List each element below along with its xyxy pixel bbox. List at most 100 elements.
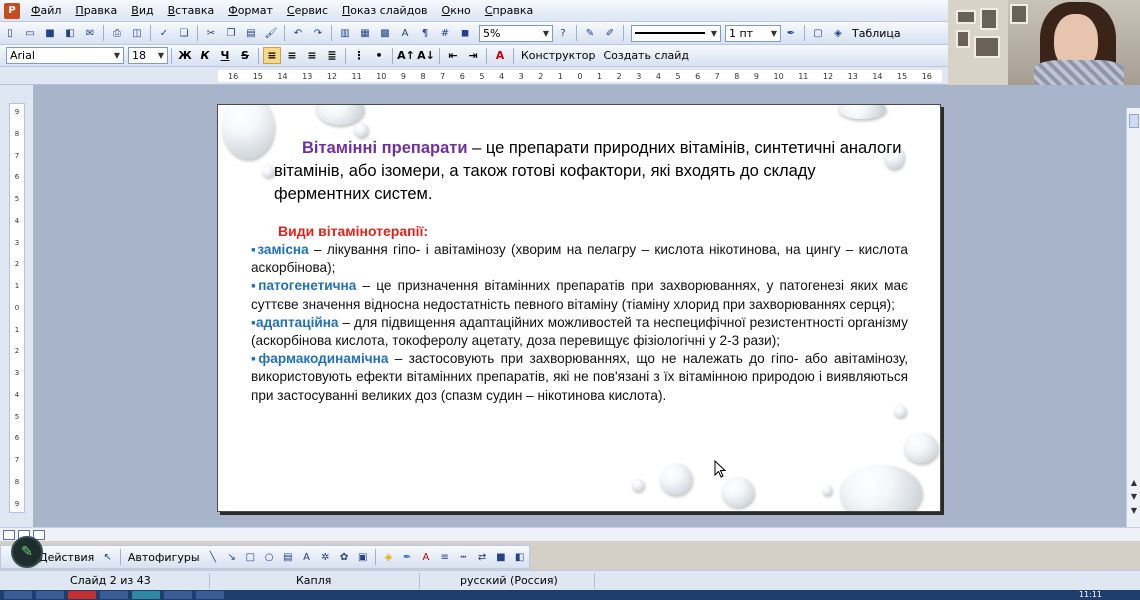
font-size-select[interactable]: 18 ▼ <box>128 47 168 64</box>
menu-tools[interactable]: Сервис <box>280 4 335 17</box>
next-slide-icon[interactable]: ▼ <box>1129 492 1139 502</box>
pen-annotation-icon[interactable]: ✎ <box>11 536 43 568</box>
decrease-indent-button[interactable]: ⇤ <box>444 47 462 64</box>
increase-indent-button[interactable]: ⇥ <box>464 47 482 64</box>
line-tool-icon[interactable]: ╲ <box>206 549 221 565</box>
vertical-scrollbar[interactable]: ▲ ▼ ▼ <box>1126 108 1140 527</box>
help-icon[interactable]: ? <box>555 25 571 41</box>
copy-icon[interactable]: ❐ <box>223 25 239 41</box>
line-style-icon[interactable]: ≡ <box>437 549 452 565</box>
email-icon[interactable]: ✉ <box>82 25 98 41</box>
menu-format[interactable]: Формат <box>221 4 280 17</box>
menu-file[interactable]: Файл <box>24 4 68 17</box>
undo-icon[interactable]: ↶ <box>290 25 306 41</box>
dash-style-icon[interactable]: ┅ <box>456 549 471 565</box>
menu-insert[interactable]: Вставка <box>161 4 222 17</box>
decrease-font-button[interactable]: A↓ <box>417 47 435 64</box>
scroll-down-icon[interactable]: ▼ <box>1129 506 1139 516</box>
align-left-button[interactable]: ≡ <box>263 47 281 64</box>
taskbar-item[interactable] <box>4 591 32 599</box>
arrow-tool-icon[interactable]: ↘ <box>224 549 239 565</box>
bullets-button[interactable]: • <box>370 47 388 64</box>
scrollbar-thumb[interactable] <box>1129 114 1139 128</box>
types-heading[interactable]: Види вітамінотерапії: <box>278 223 428 239</box>
insert-chart-icon[interactable]: ▥ <box>337 25 353 41</box>
diagram-tool-icon[interactable]: ✲ <box>318 549 333 565</box>
slide-title-text[interactable]: Вітамінні препарати – це препарати приро… <box>274 137 904 206</box>
new-slide-button[interactable]: Создать слайд <box>599 49 693 62</box>
shadow-button[interactable]: S <box>236 47 254 64</box>
menu-view[interactable]: Вид <box>124 4 160 17</box>
font-color-button[interactable]: A <box>491 47 509 64</box>
taskbar-item[interactable] <box>68 591 96 599</box>
menu-help[interactable]: Справка <box>478 4 540 17</box>
taskbar-item[interactable] <box>164 591 192 599</box>
autoshapes-menu[interactable]: Автофигуры <box>124 551 204 564</box>
fill-color-icon[interactable]: ◈ <box>830 25 846 41</box>
slide-body-text[interactable]: ▪замісна – лікування гіпо- і авітамінозу… <box>251 241 908 405</box>
font-color-icon[interactable]: A <box>419 549 434 565</box>
taskbar-item[interactable] <box>100 591 128 599</box>
arrow-style-icon[interactable]: ⇄ <box>475 549 490 565</box>
picture-tool-icon[interactable]: ▣ <box>355 549 370 565</box>
increase-font-button[interactable]: A↑ <box>397 47 415 64</box>
3d-style-icon[interactable]: ◧ <box>512 549 527 565</box>
menu-edit[interactable]: Правка <box>68 4 124 17</box>
rectangle-tool-icon[interactable]: □ <box>243 549 258 565</box>
insert-table-icon[interactable]: ▦ <box>357 25 373 41</box>
powerpoint-icon[interactable]: P <box>4 2 20 19</box>
fill-color-icon[interactable]: ◈ <box>381 549 396 565</box>
language-status[interactable]: русский (Россия) <box>420 572 595 589</box>
format-painter-icon[interactable]: 🖌 <box>263 25 279 41</box>
wordart-tool-icon[interactable]: A <box>299 549 314 565</box>
slide-canvas[interactable]: Вітамінні препарати – це препарати приро… <box>217 104 941 512</box>
menu-slideshow[interactable]: Показ слайдов <box>335 4 435 17</box>
line-color-icon[interactable]: ✒ <box>783 25 799 41</box>
comment-icon[interactable]: ✐ <box>602 25 618 41</box>
designer-button[interactable]: Конструктор <box>517 49 599 62</box>
print-preview-icon[interactable]: ◫ <box>129 25 145 41</box>
oval-tool-icon[interactable]: ○ <box>262 549 277 565</box>
save-icon[interactable]: ■ <box>42 25 58 41</box>
insert-wordart-icon[interactable]: A <box>397 25 413 41</box>
print-icon[interactable]: ⎙ <box>109 25 125 41</box>
align-right-button[interactable]: ≡ <box>303 47 321 64</box>
textbox-tool-icon[interactable]: ▤ <box>280 549 295 565</box>
clipart-tool-icon[interactable]: ✿ <box>337 549 352 565</box>
align-center-button[interactable]: ≡ <box>283 47 301 64</box>
italic-button[interactable]: К <box>196 47 214 64</box>
justify-button[interactable]: ≣ <box>323 47 341 64</box>
tables-label[interactable]: Таблица <box>848 27 905 40</box>
border-icon[interactable]: ▢ <box>810 25 826 41</box>
spelling-icon[interactable]: ✓ <box>156 25 172 41</box>
tables-borders-icon[interactable]: ▩ <box>377 25 393 41</box>
select-pointer-icon[interactable]: ↖ <box>100 549 115 565</box>
taskbar-item[interactable] <box>36 591 64 599</box>
taskbar-item[interactable] <box>196 591 224 599</box>
show-formatting-icon[interactable]: ¶ <box>417 25 433 41</box>
prev-slide-icon[interactable]: ▲ <box>1129 478 1139 488</box>
actions-menu[interactable]: Действия <box>35 551 98 564</box>
zoom-select[interactable]: 5% ▼ <box>479 24 553 42</box>
normal-view-icon[interactable] <box>3 529 15 540</box>
bold-button[interactable]: Ж <box>176 47 194 64</box>
color-grayscale-icon[interactable]: ◼ <box>457 25 473 41</box>
underline-button[interactable]: Ч <box>216 47 234 64</box>
open-icon[interactable]: ▭ <box>22 25 38 41</box>
cut-icon[interactable]: ✂ <box>203 25 219 41</box>
numbering-button[interactable]: ⋮ <box>350 47 368 64</box>
taskbar-item[interactable] <box>132 591 160 599</box>
menu-window[interactable]: Окно <box>435 4 478 17</box>
grid-icon[interactable]: # <box>437 25 453 41</box>
line-weight-select[interactable]: 1 пт ▼ <box>725 24 781 42</box>
paste-icon[interactable]: ▤ <box>243 25 259 41</box>
edit-icon[interactable]: ✎ <box>582 25 598 41</box>
redo-icon[interactable]: ↷ <box>310 25 326 41</box>
new-icon[interactable]: ▯ <box>2 25 18 41</box>
font-select[interactable]: Arial ▼ <box>6 47 124 64</box>
research-icon[interactable]: ❏ <box>176 25 192 41</box>
permission-icon[interactable]: ◧ <box>62 25 78 41</box>
line-color-icon[interactable]: ✒ <box>400 549 415 565</box>
shadow-style-icon[interactable]: ■ <box>493 549 508 565</box>
line-style-select[interactable]: ▼ <box>631 24 721 42</box>
